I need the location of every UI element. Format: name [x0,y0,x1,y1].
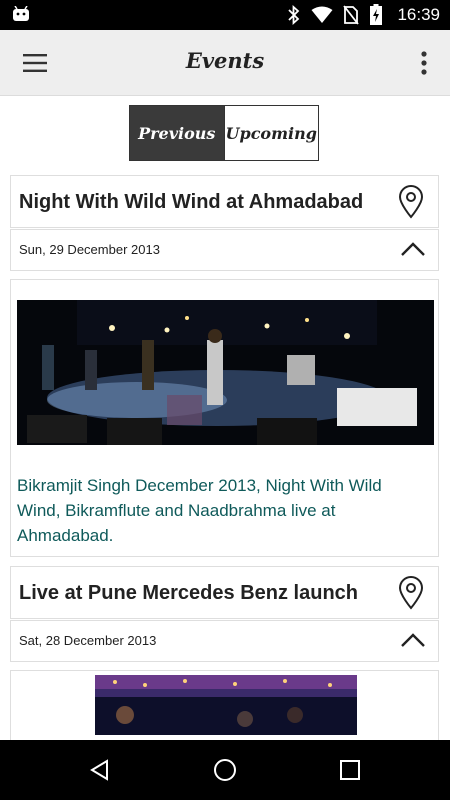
chevron-up-icon[interactable] [400,240,426,258]
event-date-row[interactable]: Sat, 28 December 2013 [10,620,439,662]
bluetooth-icon [288,5,300,25]
wifi-icon [311,6,333,23]
app-bar: Events [0,30,450,96]
event-date-row[interactable]: Sun, 29 December 2013 [10,229,439,271]
no-sim-icon [343,5,360,25]
events-list[interactable]: Previous Upcoming Night With Wild Wind a… [0,96,450,740]
location-pin-icon[interactable] [398,576,424,610]
tab-previous[interactable]: Previous [130,106,224,160]
location-pin-icon[interactable] [398,185,424,219]
android-notification-icon [13,6,29,21]
event-details-card [10,670,439,740]
more-vert-icon[interactable] [414,48,434,78]
recent-apps-icon[interactable] [338,758,362,782]
battery-charging-icon [370,4,383,25]
event-description: Bikramjit Singh December 2013, Night Wit… [17,476,382,545]
system-nav-bar [0,740,450,800]
clock: 16:39 [397,5,440,24]
event-title: Live at Pune Mercedes Benz launch [19,582,358,604]
event-date: Sun, 29 December 2013 [19,242,160,257]
chevron-up-icon[interactable] [400,631,426,649]
status-bar: 16:39 [0,0,450,30]
event-title: Night With Wild Wind at Ahmadabad [19,191,364,213]
event-card-header[interactable]: Live at Pune Mercedes Benz launch [10,566,439,619]
event-details-card: Bikramjit Singh December 2013, Night Wit… [10,279,439,557]
event-date: Sat, 28 December 2013 [19,633,157,648]
event-photo [95,675,357,735]
event-photo [17,300,434,445]
page-title: Events [185,48,265,73]
tab-upcoming[interactable]: Upcoming [223,106,318,160]
event-card-header[interactable]: Night With Wild Wind at Ahmadabad [10,175,439,228]
back-icon[interactable] [88,758,112,782]
events-filter-toggle: Previous Upcoming [129,105,319,161]
home-icon[interactable] [213,758,237,782]
